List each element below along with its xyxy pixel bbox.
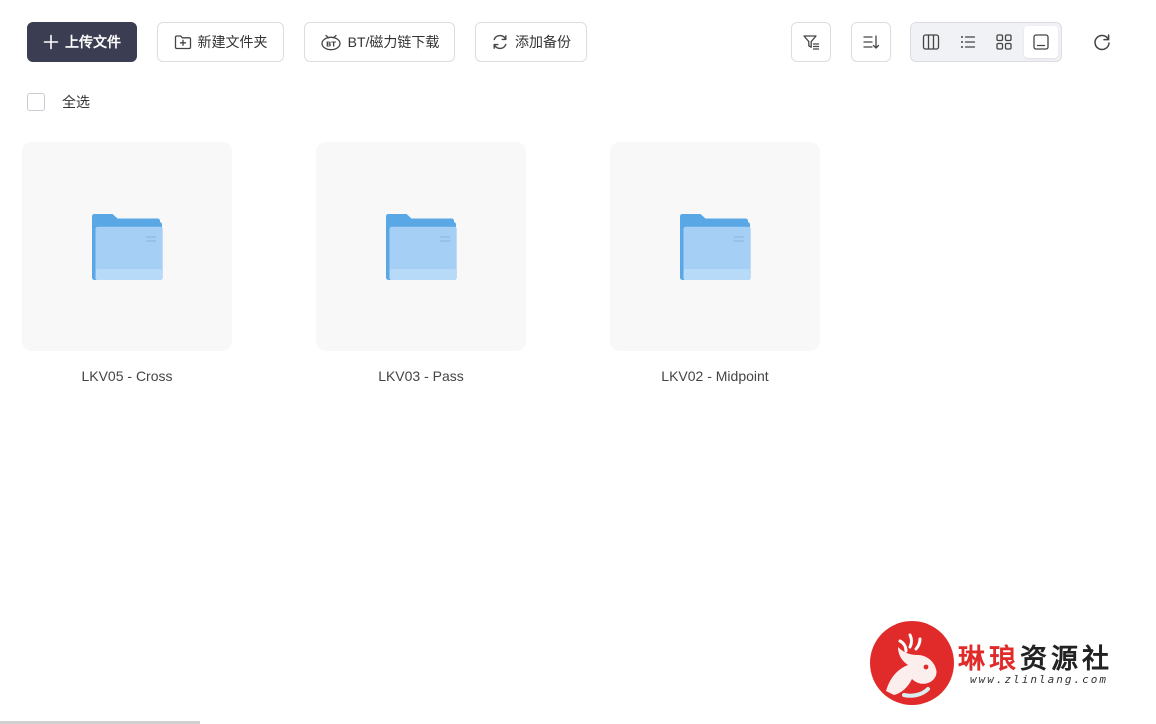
upload-button[interactable]: 上传文件 bbox=[27, 22, 137, 62]
folder-tile[interactable] bbox=[22, 142, 232, 351]
watermark: 琳琅资源社 www.zlinlang.com bbox=[870, 621, 1140, 711]
upload-button-label: 上传文件 bbox=[65, 34, 121, 50]
sort-button[interactable] bbox=[851, 22, 891, 62]
watermark-title: 琳琅资源社 bbox=[958, 637, 1113, 676]
refresh-button[interactable] bbox=[1082, 22, 1122, 62]
svg-text:BT: BT bbox=[326, 40, 336, 48]
dragon-logo-icon bbox=[870, 621, 954, 705]
watermark-title-dark: 资源社 bbox=[1020, 644, 1113, 675]
filter-button[interactable] bbox=[791, 22, 831, 62]
columns-icon bbox=[923, 34, 940, 50]
folder-icon bbox=[386, 213, 457, 280]
watermark-url: www.zlinlang.com bbox=[970, 673, 1108, 686]
watermark-title-red: 琳琅 bbox=[958, 644, 1020, 675]
folder-icon bbox=[92, 213, 163, 280]
folder-plus-icon bbox=[174, 35, 191, 50]
grid-view-button[interactable] bbox=[987, 26, 1022, 58]
folder-name[interactable]: LKV03 - Pass bbox=[316, 368, 526, 384]
bt-download-button-label: BT/磁力链下载 bbox=[347, 34, 440, 50]
folder-tile[interactable] bbox=[316, 142, 526, 351]
sync-icon bbox=[493, 34, 507, 50]
list-view-button[interactable] bbox=[951, 26, 986, 58]
select-all-row[interactable]: 全选 bbox=[27, 92, 90, 112]
list-icon bbox=[960, 36, 975, 48]
folder-tile[interactable] bbox=[610, 142, 820, 351]
preview-view-button[interactable] bbox=[1023, 26, 1058, 58]
new-folder-button-label: 新建文件夹 bbox=[197, 34, 268, 50]
sort-icon bbox=[863, 35, 880, 49]
folder-card[interactable]: LKV03 - Pass bbox=[316, 142, 526, 384]
bt-magnet-icon: BT bbox=[320, 34, 341, 51]
add-backup-button-label: 添加备份 bbox=[515, 34, 571, 50]
folder-name[interactable]: LKV02 - Midpoint bbox=[610, 368, 820, 384]
new-folder-button[interactable]: 新建文件夹 bbox=[157, 22, 284, 62]
columns-view-button[interactable] bbox=[914, 26, 949, 58]
refresh-icon bbox=[1094, 34, 1110, 51]
bt-download-button[interactable]: BT BT/磁力链下载 bbox=[304, 22, 455, 62]
select-all-checkbox[interactable] bbox=[27, 93, 45, 111]
folder-name[interactable]: LKV05 - Cross bbox=[22, 368, 232, 384]
plus-icon bbox=[43, 34, 59, 50]
folder-icon bbox=[680, 213, 751, 280]
preview-icon bbox=[1033, 34, 1049, 50]
add-backup-button[interactable]: 添加备份 bbox=[475, 22, 587, 62]
grid-icon bbox=[996, 34, 1012, 50]
view-mode-switcher bbox=[910, 22, 1062, 62]
toolbar: 上传文件 新建文件夹 BT BT/磁力链下载 添加备份 bbox=[0, 0, 1156, 82]
filter-icon bbox=[803, 35, 820, 50]
folder-card[interactable]: LKV05 - Cross bbox=[22, 142, 232, 384]
select-all-label: 全选 bbox=[62, 94, 90, 110]
folder-card[interactable]: LKV02 - Midpoint bbox=[610, 142, 820, 384]
